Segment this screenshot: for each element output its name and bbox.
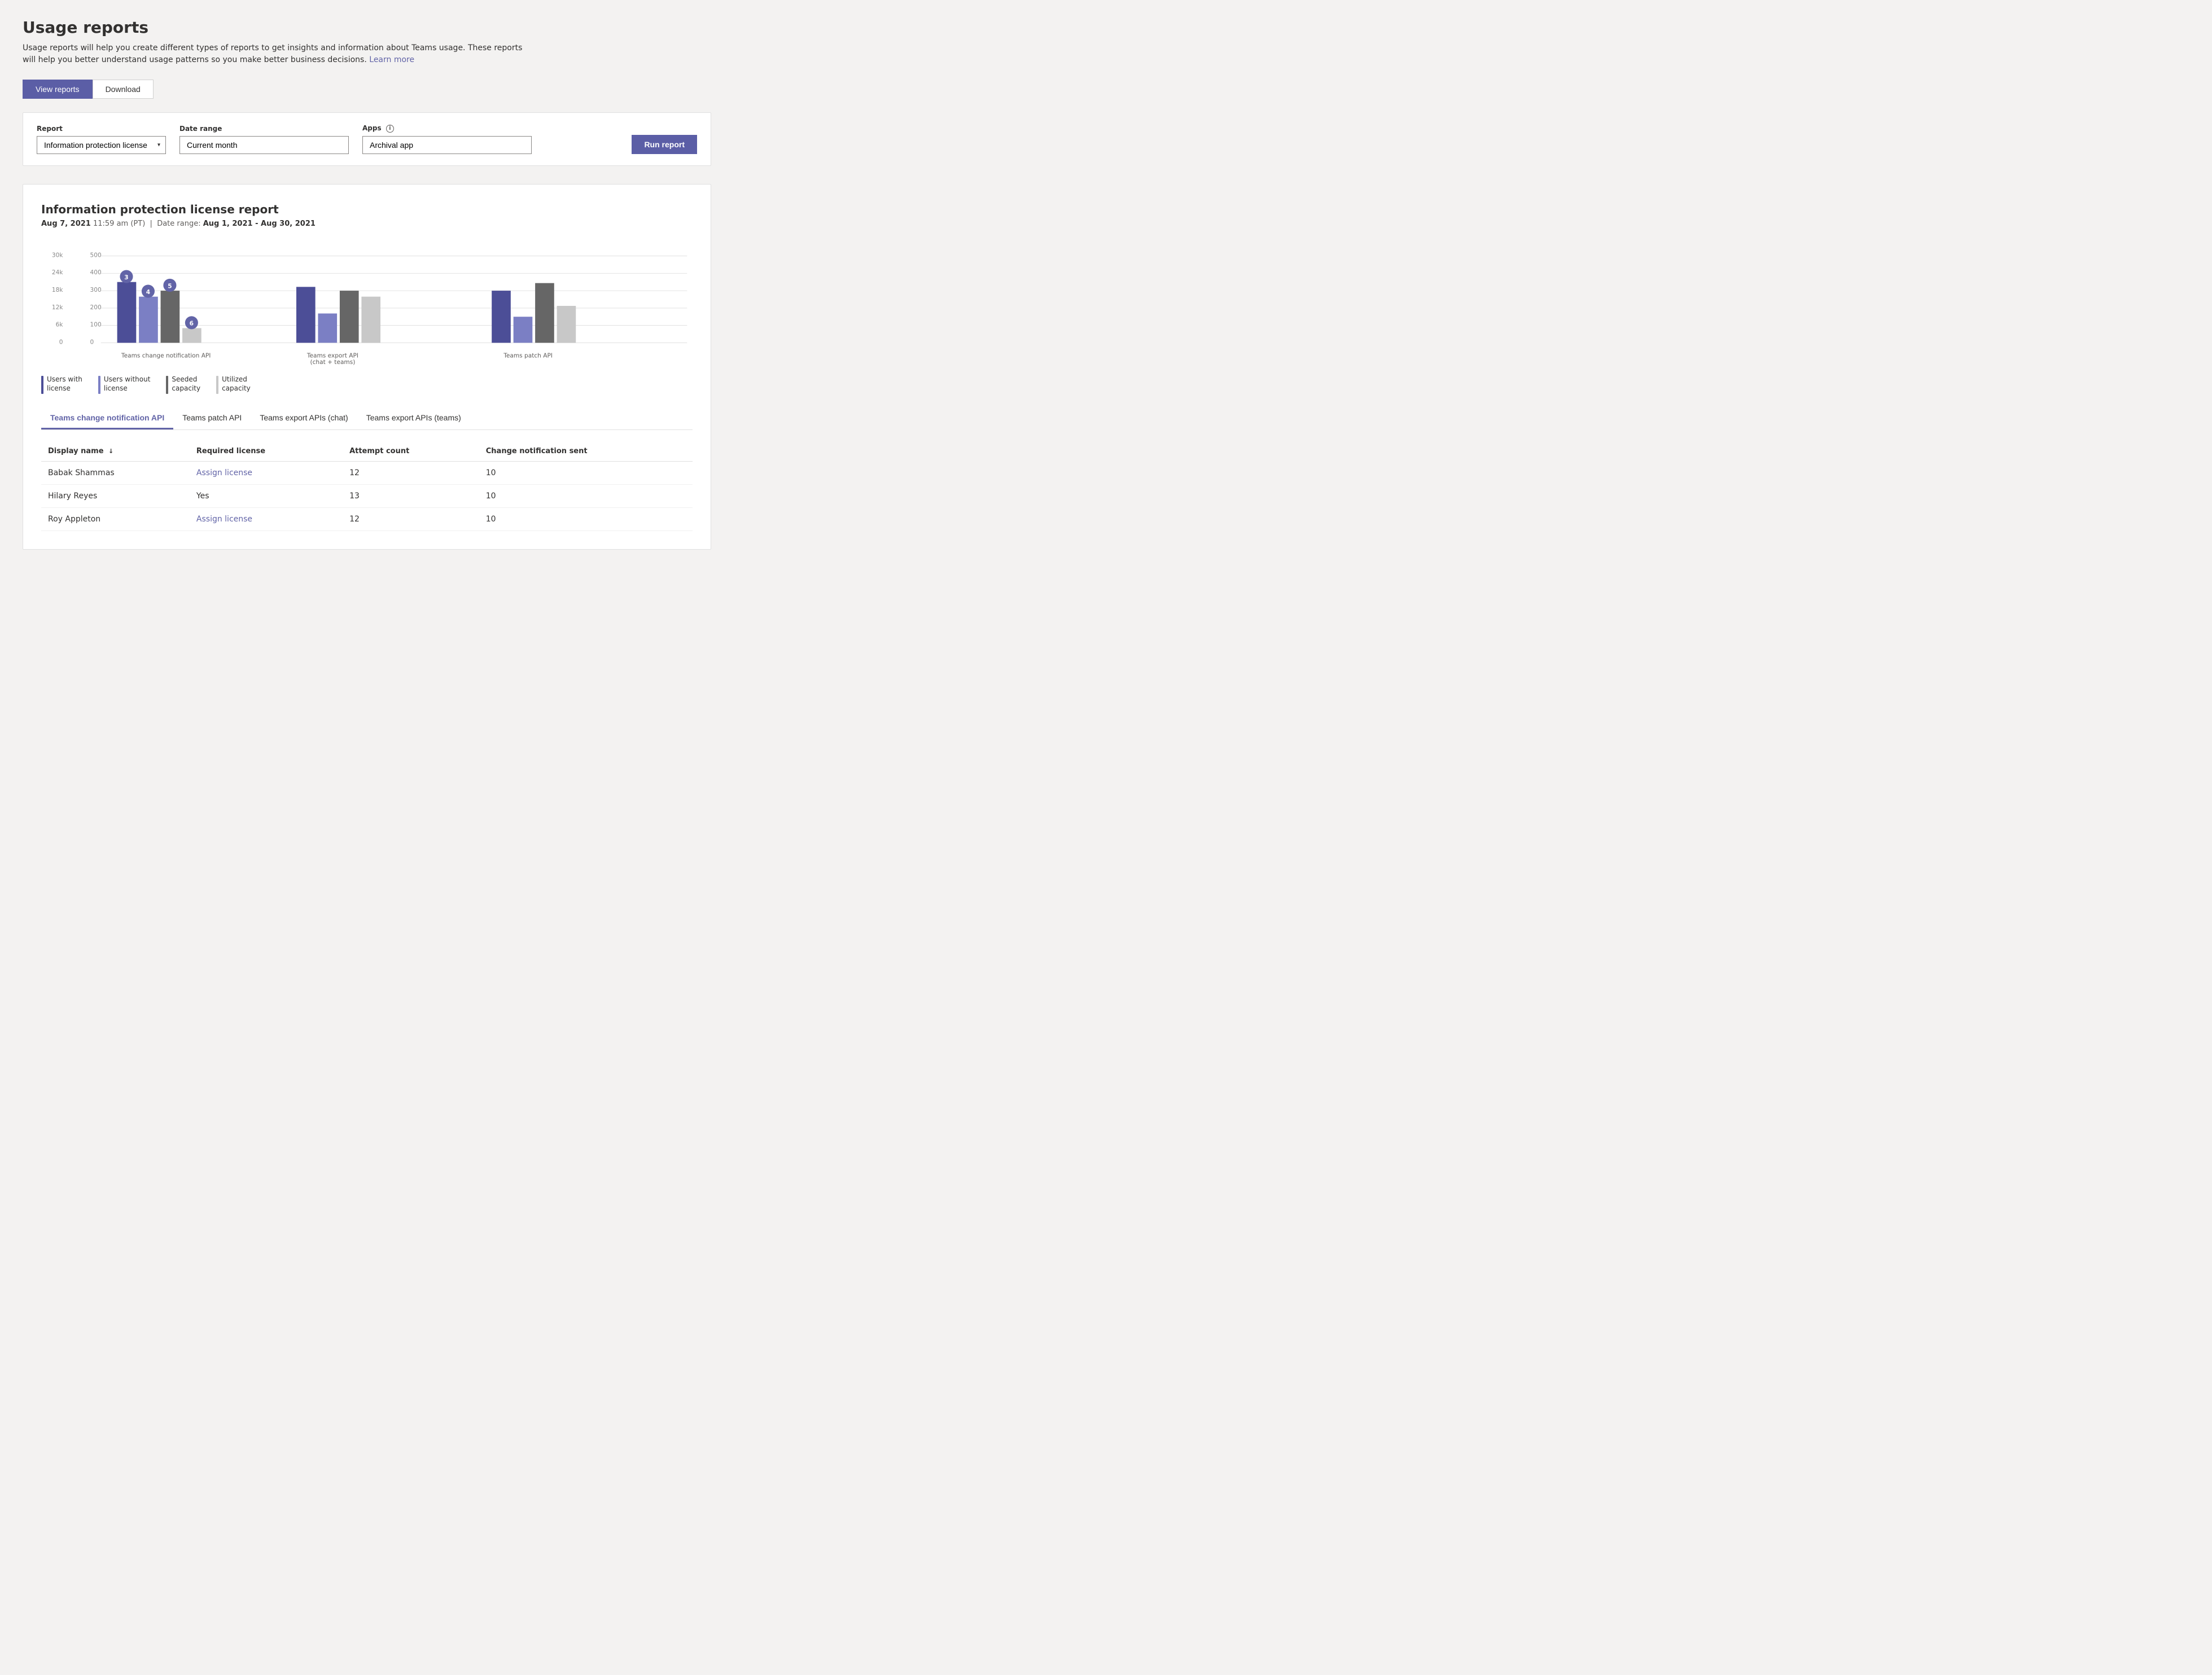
inner-tab-patch-api[interactable]: Teams patch API bbox=[173, 407, 251, 429]
page-title: Usage reports bbox=[23, 18, 711, 37]
legend-swatch-seeded-capacity bbox=[166, 376, 168, 394]
apps-label: Apps i bbox=[362, 124, 532, 133]
col-required-license: Required license bbox=[190, 441, 343, 462]
page-wrapper: Usage reports Usage reports will help yo… bbox=[0, 0, 734, 568]
legend-label-seeded-capacity: Seededcapacity bbox=[172, 375, 200, 394]
page-description: Usage reports will help you create diffe… bbox=[23, 42, 531, 66]
assign-license-link-1[interactable]: Assign license bbox=[196, 468, 252, 477]
report-card: Information protection license report Au… bbox=[23, 184, 711, 550]
svg-text:100: 100 bbox=[90, 321, 102, 328]
cell-attempt-count-2: 13 bbox=[343, 484, 479, 507]
report-label: Report bbox=[37, 125, 166, 133]
cell-change-notif-sent-1: 10 bbox=[479, 461, 693, 484]
table-row: Babak Shammas Assign license 12 10 bbox=[41, 461, 693, 484]
cell-attempt-count-1: 12 bbox=[343, 461, 479, 484]
cell-display-name-1: Babak Shammas bbox=[41, 461, 190, 484]
legend-utilized-capacity: Utilizedcapacity bbox=[216, 375, 251, 394]
inner-tab-change-notif[interactable]: Teams change notification API bbox=[41, 407, 173, 429]
table-row: Roy Appleton Assign license 12 10 bbox=[41, 507, 693, 530]
legend-swatch-users-with-license bbox=[41, 376, 43, 394]
inner-tab-export-chat[interactable]: Teams export APIs (chat) bbox=[251, 407, 357, 429]
legend-users-without-license: Users withoutlicense bbox=[98, 375, 151, 394]
svg-text:Teams patch API: Teams patch API bbox=[503, 352, 553, 359]
legend-swatch-utilized-capacity bbox=[216, 376, 218, 394]
cell-display-name-2: Hilary Reyes bbox=[41, 484, 190, 507]
table-row: Hilary Reyes Yes 13 10 bbox=[41, 484, 693, 507]
legend-label-users-without-license: Users withoutlicense bbox=[104, 375, 151, 394]
svg-text:3: 3 bbox=[124, 274, 128, 280]
col-attempt-count: Attempt count bbox=[343, 441, 479, 462]
report-card-title: Information protection license report bbox=[41, 203, 693, 216]
svg-text:24k: 24k bbox=[52, 269, 63, 276]
assign-license-link-3[interactable]: Assign license bbox=[196, 515, 252, 524]
svg-text:400: 400 bbox=[90, 269, 102, 276]
svg-text:18k: 18k bbox=[52, 286, 63, 293]
report-meta: Aug 7, 2021 11:59 am (PT) | Date range: … bbox=[41, 220, 693, 228]
report-filter-group: Report Information protection license ▾ bbox=[37, 125, 166, 154]
svg-text:6: 6 bbox=[190, 320, 194, 327]
svg-text:12k: 12k bbox=[52, 304, 63, 310]
chart-area: 30k 24k 18k 12k 6k 0 500 400 300 200 100… bbox=[41, 244, 693, 368]
cell-display-name-3: Roy Appleton bbox=[41, 507, 190, 530]
svg-text:Teams export API: Teams export API bbox=[306, 352, 358, 359]
col-change-notification: Change notification sent bbox=[479, 441, 693, 462]
learn-more-link[interactable]: Learn more bbox=[369, 55, 414, 64]
date-range-label: Date range bbox=[179, 125, 349, 133]
data-table: Display name ↓ Required license Attempt … bbox=[41, 441, 693, 531]
svg-text:0: 0 bbox=[90, 339, 94, 345]
apps-info-icon[interactable]: i bbox=[386, 125, 394, 133]
main-tabs: View reports Download bbox=[23, 80, 711, 99]
run-report-button[interactable]: Run report bbox=[632, 135, 697, 154]
svg-text:0: 0 bbox=[59, 339, 63, 345]
bar-chart: 30k 24k 18k 12k 6k 0 500 400 300 200 100… bbox=[41, 244, 693, 368]
cell-required-license-1: Assign license bbox=[190, 461, 343, 484]
svg-text:300: 300 bbox=[90, 286, 102, 293]
svg-text:5: 5 bbox=[168, 283, 172, 290]
svg-text:200: 200 bbox=[90, 304, 102, 310]
table-header-row: Display name ↓ Required license Attempt … bbox=[41, 441, 693, 462]
date-range-input[interactable] bbox=[179, 136, 349, 154]
legend-seeded-capacity: Seededcapacity bbox=[166, 375, 200, 394]
inner-tabs: Teams change notification API Teams patc… bbox=[41, 407, 693, 430]
svg-text:500: 500 bbox=[90, 252, 102, 258]
inner-tab-export-teams[interactable]: Teams export APIs (teams) bbox=[357, 407, 470, 429]
svg-text:(chat + teams): (chat + teams) bbox=[310, 358, 356, 365]
filter-row: Report Information protection license ▾ … bbox=[23, 112, 711, 166]
report-select-wrapper: Information protection license ▾ bbox=[37, 136, 166, 154]
svg-text:4: 4 bbox=[146, 288, 150, 295]
legend-users-with-license: Users withlicense bbox=[41, 375, 82, 394]
legend-label-utilized-capacity: Utilizedcapacity bbox=[222, 375, 251, 394]
cell-attempt-count-3: 12 bbox=[343, 507, 479, 530]
svg-text:6k: 6k bbox=[56, 321, 64, 328]
cell-change-notif-sent-2: 10 bbox=[479, 484, 693, 507]
apps-filter-group: Apps i bbox=[362, 124, 532, 154]
svg-text:Teams change notification API: Teams change notification API bbox=[121, 352, 211, 359]
legend-label-users-with-license: Users withlicense bbox=[47, 375, 82, 394]
tab-download[interactable]: Download bbox=[93, 80, 154, 99]
col-display-name[interactable]: Display name ↓ bbox=[41, 441, 190, 462]
sort-arrow-display-name: ↓ bbox=[108, 448, 113, 455]
apps-input[interactable] bbox=[362, 136, 532, 154]
legend-swatch-users-without-license bbox=[98, 376, 100, 394]
report-select[interactable]: Information protection license bbox=[37, 136, 166, 154]
tab-view-reports[interactable]: View reports bbox=[23, 80, 93, 99]
chart-legend: Users withlicense Users withoutlicense S… bbox=[41, 375, 693, 394]
svg-text:30k: 30k bbox=[52, 252, 63, 258]
cell-required-license-2: Yes bbox=[190, 484, 343, 507]
cell-required-license-3: Assign license bbox=[190, 507, 343, 530]
date-range-filter-group: Date range bbox=[179, 125, 349, 154]
cell-change-notif-sent-3: 10 bbox=[479, 507, 693, 530]
